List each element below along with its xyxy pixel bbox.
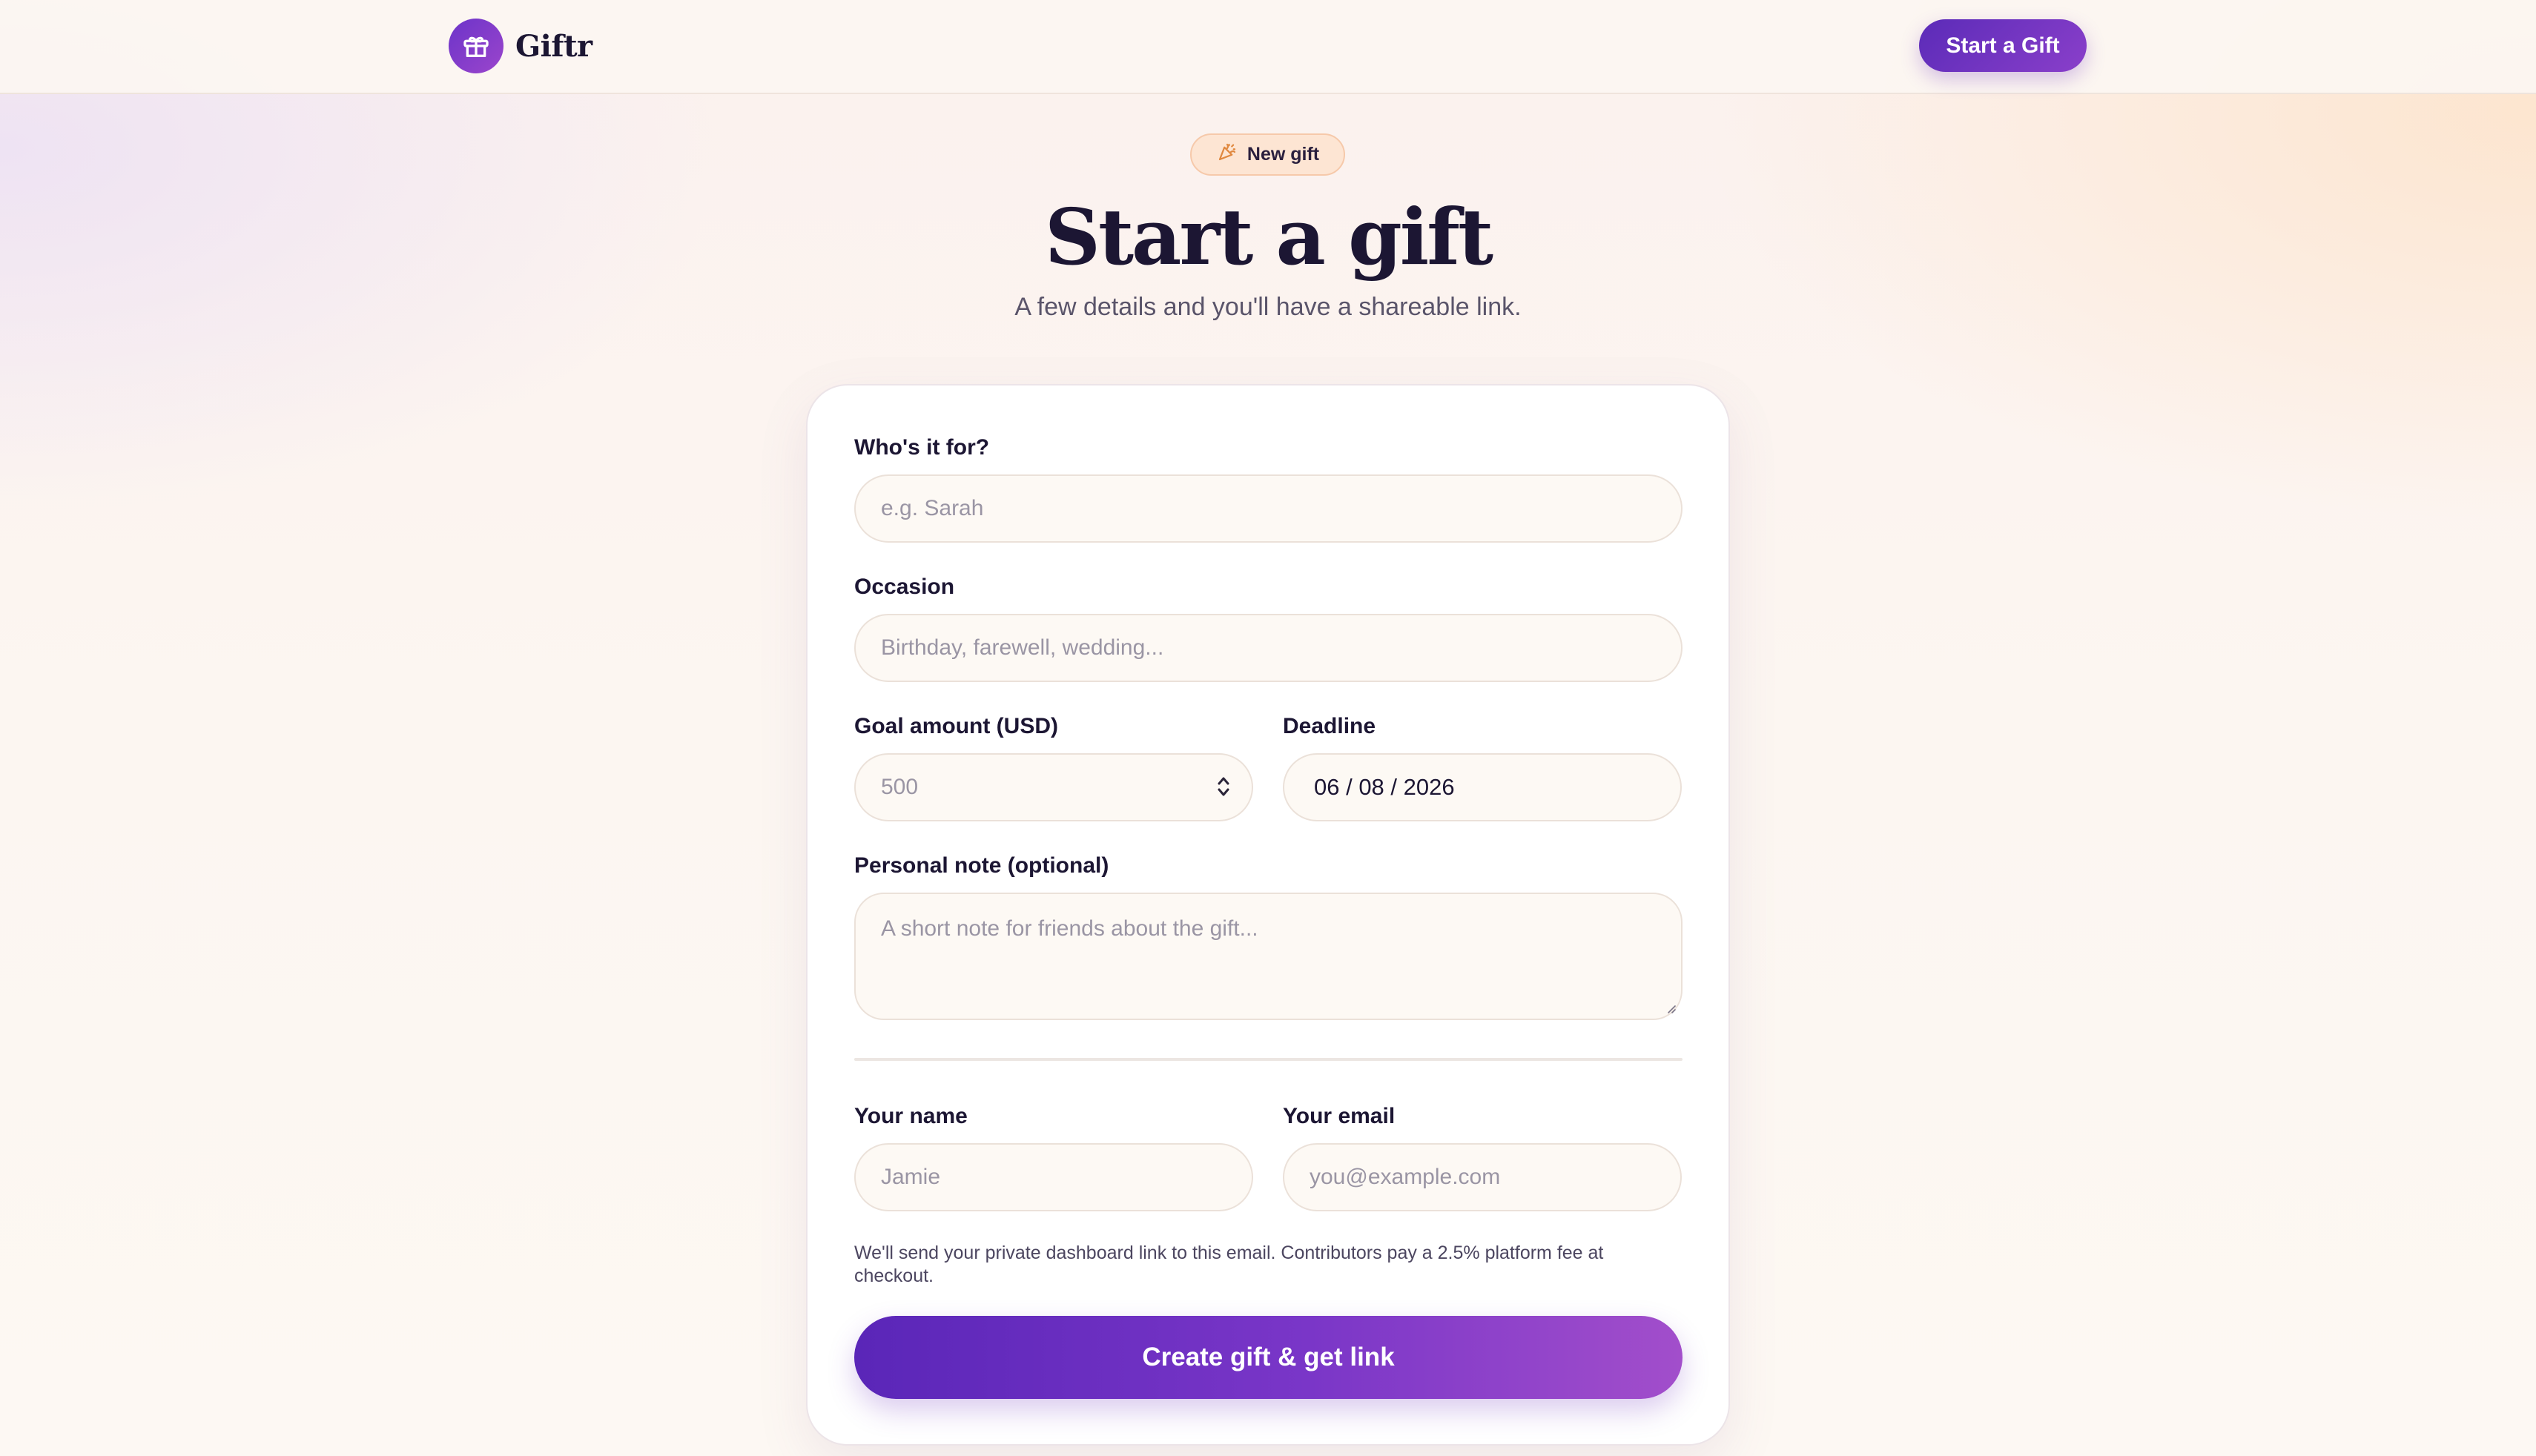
occasion-label: Occasion [854,575,955,599]
page-title: Start a gift [1044,191,1493,282]
create-gift-button[interactable]: Create gift & get link [854,1316,1683,1399]
your-email-label: Your email [1283,1104,1396,1128]
start-a-gift-button[interactable]: Start a Gift [1919,19,2087,72]
personal-note-label: Personal note (optional) [854,853,1109,878]
deadline-date-input[interactable]: 06 / 08 / 2026 [1283,753,1682,821]
section-divider [854,1058,1683,1061]
brand-logo[interactable]: Giftr [449,19,592,73]
number-stepper-icon[interactable] [1216,774,1231,799]
goal-amount-field [854,753,1253,821]
new-gift-badge: New gift [1190,133,1345,176]
resize-handle-icon[interactable] [1665,1002,1677,1014]
deadline-label: Deadline [1283,714,1376,738]
occasion-input[interactable] [854,614,1683,682]
your-name-label: Your name [854,1104,968,1128]
top-navigation-bar: Giftr Start a Gift [0,0,2536,94]
goal-amount-input[interactable] [854,753,1253,821]
gift-icon [449,19,503,73]
personal-note-textarea[interactable] [854,893,1683,1020]
brand-name: Giftr [515,28,592,64]
email-disclaimer: We'll send your private dashboard link t… [854,1242,1604,1286]
your-name-input[interactable] [854,1143,1253,1211]
badge-label: New gift [1246,144,1320,165]
recipient-label: Who's it for? [854,435,990,460]
page-subtitle: A few details and you'll have a shareabl… [1014,293,1522,321]
your-email-input[interactable] [1283,1143,1682,1211]
goal-amount-label: Goal amount (USD) [854,714,1058,738]
deadline-value: 06 / 08 / 2026 [1314,774,1455,800]
create-gift-form: Who's it for? Occasion Goal amount (USD)… [806,384,1730,1446]
recipient-input[interactable] [854,474,1683,543]
personal-note-field [854,893,1683,1020]
party-popper-icon [1216,141,1238,168]
